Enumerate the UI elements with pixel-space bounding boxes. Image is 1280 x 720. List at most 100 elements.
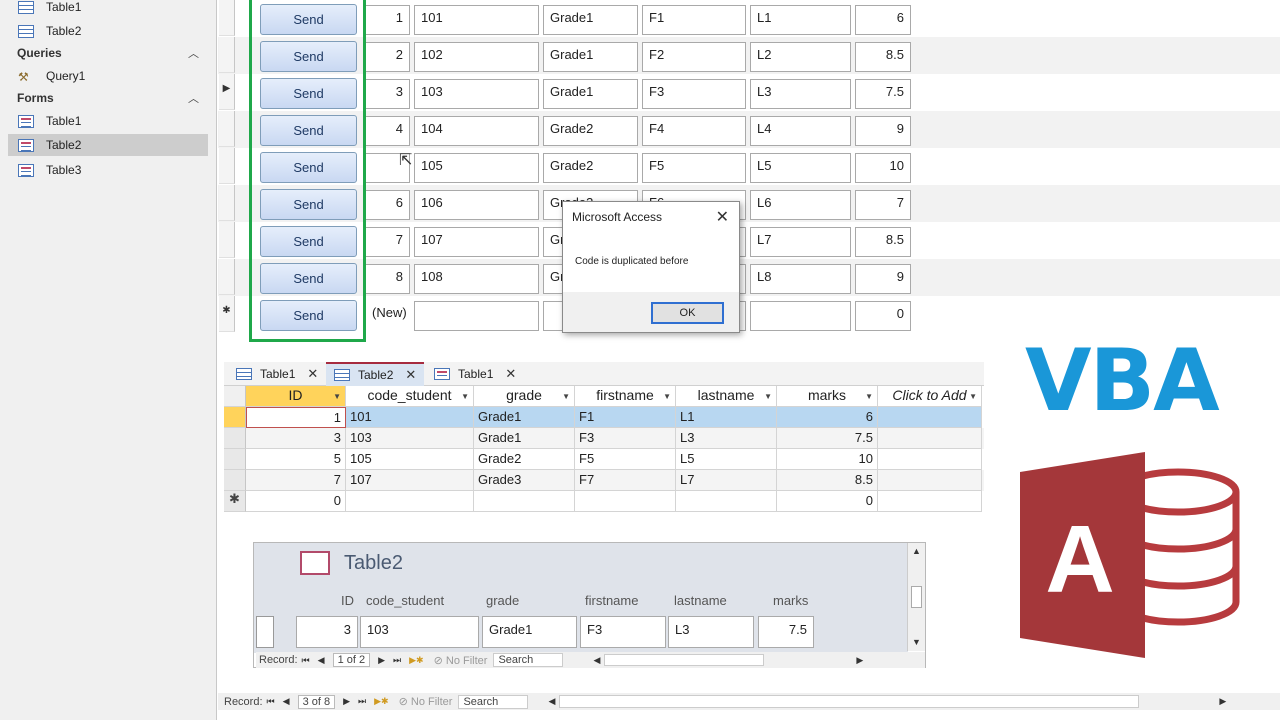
marks-field[interactable]: 7.5 [855,79,911,109]
grade-field[interactable]: Grade2 [543,153,638,183]
close-icon[interactable]: ✕ [505,366,516,382]
scroll-left-icon[interactable]: ◀ [548,696,555,707]
chevron-up-icon[interactable]: ︿ [188,45,199,61]
lastname-field[interactable]: L2 [750,42,851,72]
table-row[interactable]: 7 107 Grade3 F7 L7 8.5 [224,470,984,491]
code-student-field[interactable]: 104 [414,116,539,146]
cell-marks[interactable]: 7.5 [777,428,878,449]
lastname-field[interactable]: L5 [750,153,851,183]
code-student-field[interactable]: 106 [414,190,539,220]
cell-empty[interactable] [878,491,982,512]
marks-field[interactable]: 9 [855,116,911,146]
select-all-corner[interactable] [224,386,246,407]
record-position-input[interactable]: 1 of 2 [332,653,371,667]
record-selector[interactable] [219,37,235,73]
id-field[interactable]: 3 [296,616,358,648]
first-record-icon[interactable]: ⏮ [267,696,275,707]
cell-lastname[interactable]: L3 [676,428,777,449]
first-record-icon[interactable]: ⏮ [302,655,310,666]
chevron-up-icon[interactable]: ︿ [188,90,199,106]
record-position-input[interactable]: 3 of 8 [297,694,336,709]
record-selector[interactable] [219,222,235,258]
ok-button[interactable]: OK [651,302,724,324]
dropdown-arrow-icon[interactable]: ▼ [969,392,977,401]
new-record-row[interactable]: ✱ 0 0 [224,491,984,512]
marks-field[interactable]: 0 [855,301,911,331]
close-icon[interactable]: ✕ [307,366,318,382]
no-filter-button[interactable]: ⊘ No Filter [434,654,488,667]
nav-item-form-table1[interactable]: Table1 [8,110,208,132]
record-selector[interactable] [219,185,235,221]
cell-code-student[interactable]: 103 [346,428,474,449]
table-row[interactable]: 5 105 Grade2 F5 L5 10 [224,449,984,470]
cell-id[interactable]: 1 [246,407,346,428]
id-field[interactable]: 4 [365,116,410,146]
code-student-field[interactable]: 103 [414,79,539,109]
column-header-grade[interactable]: grade ▼ [474,386,575,407]
cell-code-student[interactable]: 107 [346,470,474,491]
code-student-field[interactable]: 107 [414,227,539,257]
cell-code-student[interactable]: 101 [346,407,474,428]
cell-grade[interactable]: Grade2 [474,449,575,470]
column-header-code-student[interactable]: code_student ▼ [346,386,474,407]
dropdown-arrow-icon[interactable]: ▼ [865,392,873,401]
id-field[interactable]: 8 [365,264,410,294]
column-header-marks[interactable]: marks ▼ [777,386,878,407]
column-header-click-to-add[interactable]: Click to Add ▼ [878,386,982,407]
new-record-asterisk-icon[interactable]: ✱ [219,296,235,332]
id-field[interactable]: 7 [365,227,410,257]
nav-group-forms[interactable]: Forms ︿ [17,88,207,108]
nav-item-form-table2[interactable]: Table2 [8,134,208,156]
cell-empty[interactable] [878,407,982,428]
row-selector[interactable] [224,407,246,428]
cell-empty[interactable] [878,428,982,449]
last-record-icon[interactable]: ⏭ [358,696,366,707]
lastname-field[interactable]: L7 [750,227,851,257]
cell-grade[interactable] [474,491,575,512]
code-student-field[interactable]: 105 [414,153,539,183]
lastname-field[interactable]: L3 [668,616,754,648]
previous-record-icon[interactable]: ◀ [318,655,325,666]
close-icon[interactable]: ✕ [405,367,416,383]
marks-field[interactable]: 6 [855,5,911,35]
grade-field[interactable]: Grade1 [543,42,638,72]
tab-form-table1[interactable]: Table1 ✕ [426,362,522,386]
column-header-firstname[interactable]: firstname ▼ [575,386,676,407]
grade-field[interactable]: Grade2 [543,116,638,146]
marks-field[interactable]: 10 [855,153,911,183]
row-selector[interactable] [224,470,246,491]
code-student-field[interactable]: 102 [414,42,539,72]
table-row[interactable]: 1 101 Grade1 F1 L1 6 [224,407,984,428]
lastname-field[interactable]: L4 [750,116,851,146]
cell-id[interactable]: 5 [246,449,346,470]
cell-empty[interactable] [878,470,982,491]
cell-firstname[interactable]: F7 [575,470,676,491]
dropdown-arrow-icon[interactable]: ▼ [663,392,671,401]
code-student-field[interactable]: 108 [414,264,539,294]
lastname-field[interactable]: L3 [750,79,851,109]
cell-id[interactable]: 7 [246,470,346,491]
tab-table1[interactable]: Table1 ✕ [228,362,324,386]
cell-code-student[interactable] [346,491,474,512]
new-record-asterisk-icon[interactable]: ✱ [224,491,246,512]
cell-grade[interactable]: Grade3 [474,470,575,491]
scroll-up-icon[interactable]: ▲ [912,546,921,556]
marks-field[interactable]: 7.5 [758,616,814,648]
firstname-field[interactable]: F2 [642,42,746,72]
cell-lastname[interactable]: L7 [676,470,777,491]
tab-table2[interactable]: Table2 ✕ [326,362,424,386]
new-record-icon[interactable]: ▶✱ [409,655,423,666]
marks-field[interactable]: 9 [855,264,911,294]
scroll-down-icon[interactable]: ▼ [912,637,921,647]
cell-grade[interactable]: Grade1 [474,407,575,428]
no-filter-button[interactable]: ⊘ No Filter [399,695,453,708]
last-record-icon[interactable]: ⏭ [393,655,401,666]
nav-item-table1[interactable]: Table1 [8,0,208,18]
row-selector[interactable] [224,449,246,470]
current-record-arrow-icon[interactable]: ▶ [219,74,235,110]
dropdown-arrow-icon[interactable]: ▼ [333,392,341,401]
cell-marks[interactable]: 6 [777,407,878,428]
firstname-field[interactable]: F4 [642,116,746,146]
table-row[interactable]: 3 103 Grade1 F3 L3 7.5 [224,428,984,449]
record-selector[interactable] [219,148,235,184]
